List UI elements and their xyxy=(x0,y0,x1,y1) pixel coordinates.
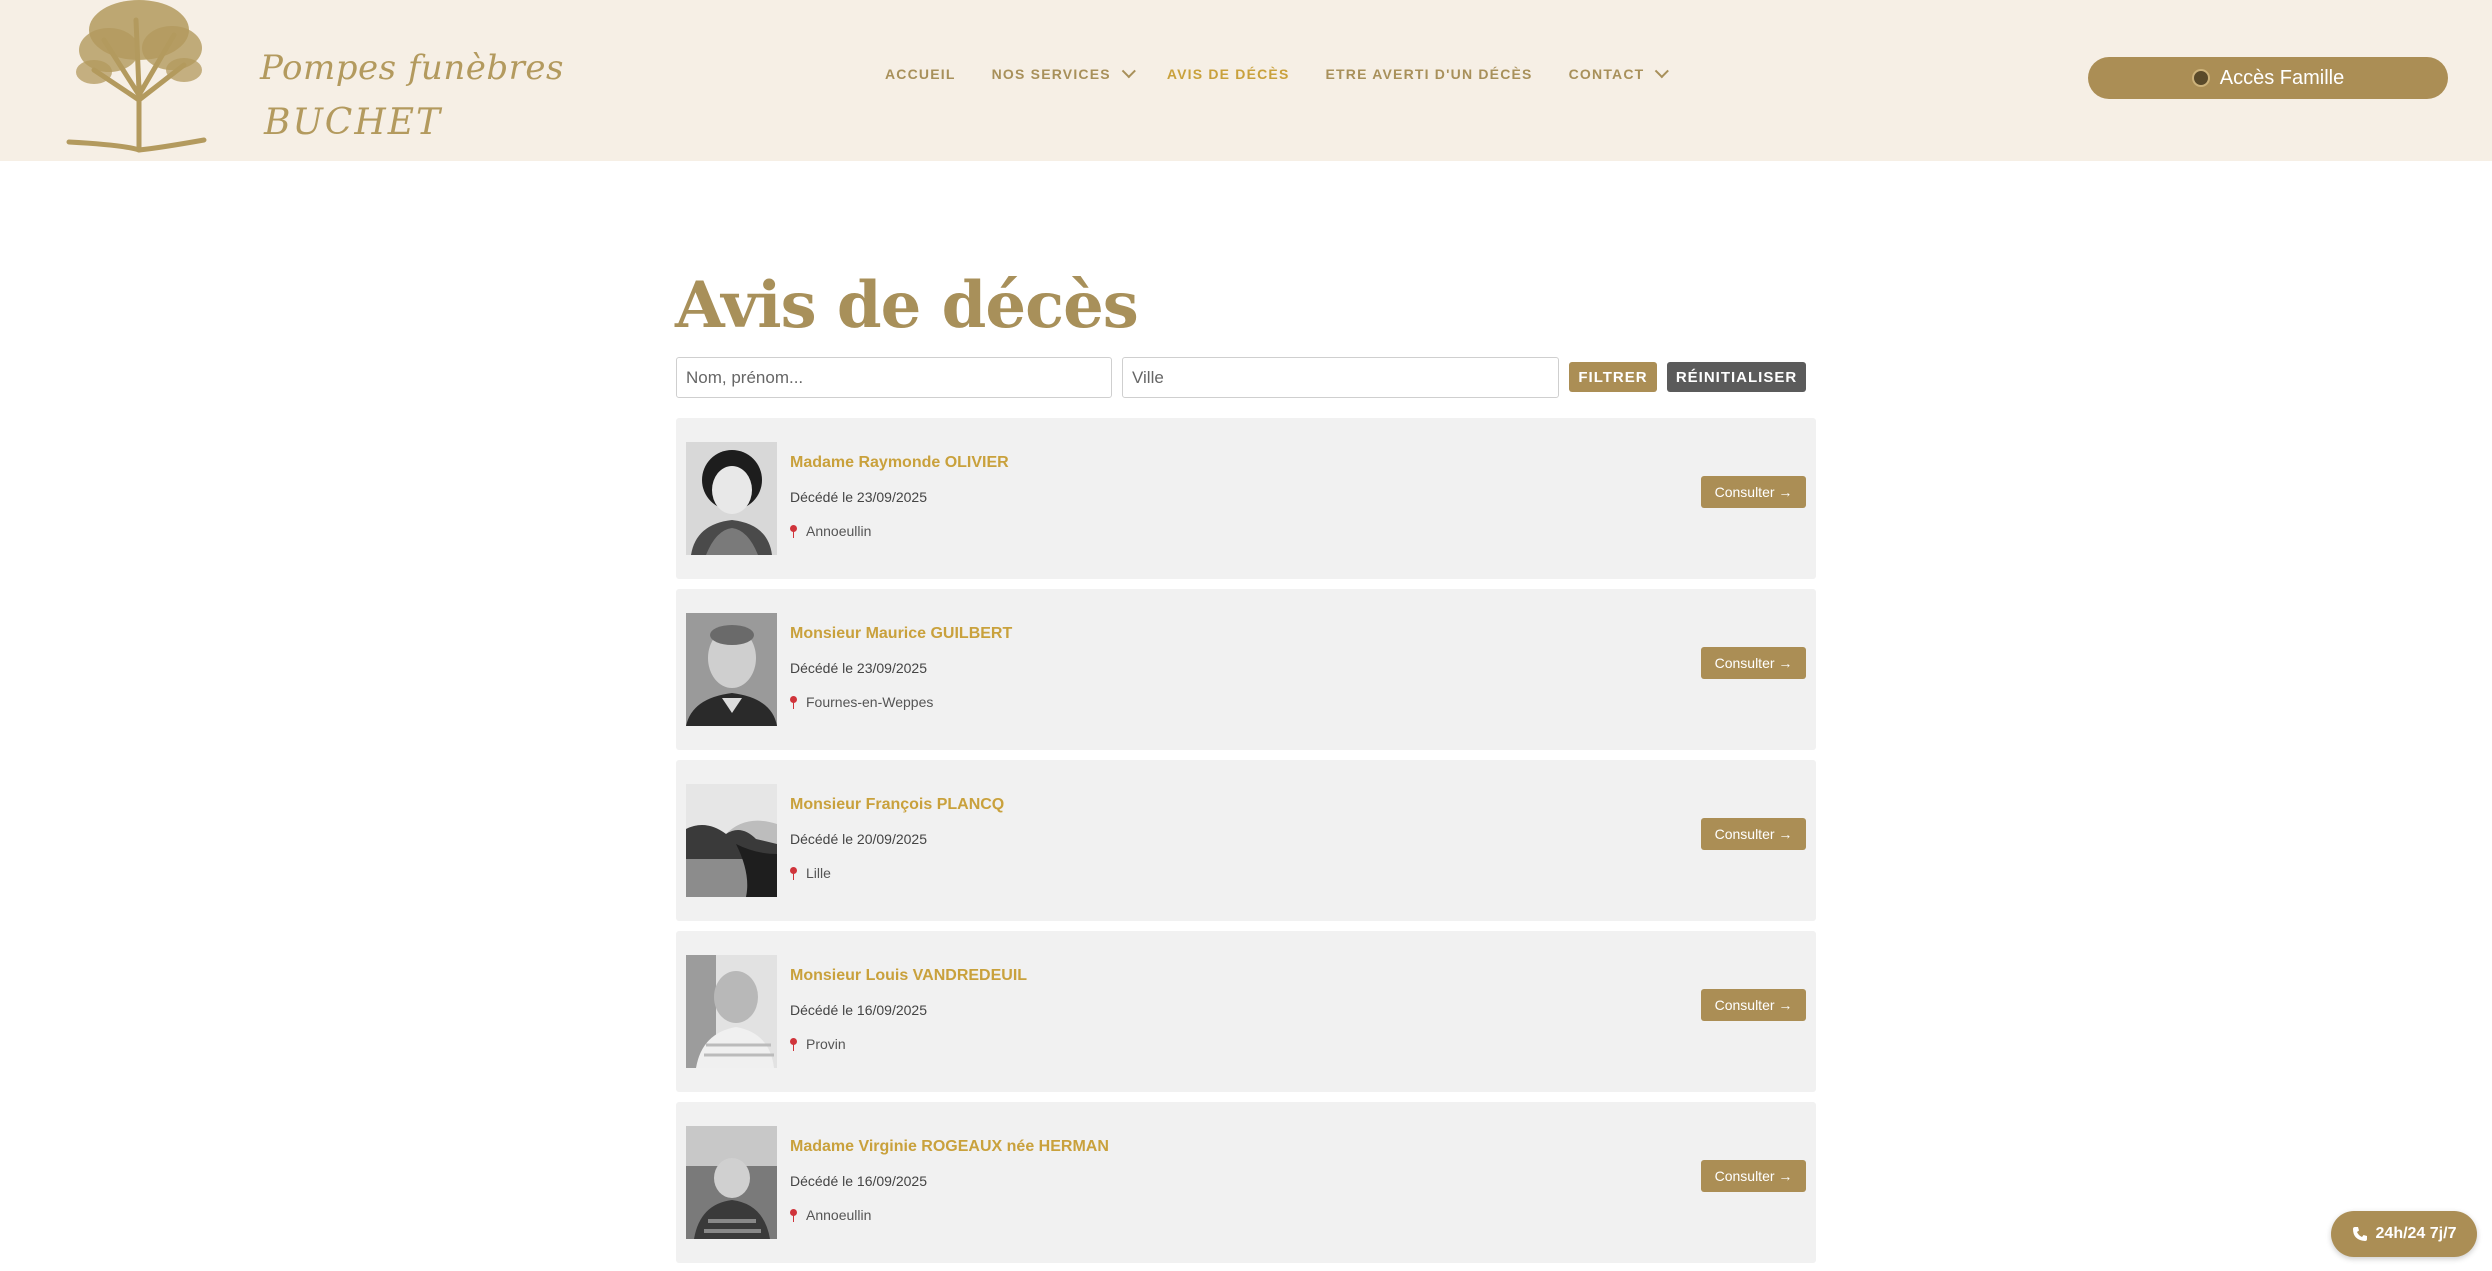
notice-card: Monsieur Maurice GUILBERT Décédé le 23/0… xyxy=(676,589,1816,750)
chevron-down-icon xyxy=(1655,64,1670,79)
location: Lille xyxy=(790,865,831,881)
map-pin-icon xyxy=(790,695,797,709)
notice-card: Monsieur Louis VANDREDEUIL Décédé le 16/… xyxy=(676,931,1816,1092)
site-header: Pompes funèbres BUCHET ACCUEIL NOS SERVI… xyxy=(0,0,2492,161)
logo-text-top: Pompes funèbres xyxy=(260,48,564,88)
notice-card: Madame Raymonde OLIVIER Décédé le 23/09/… xyxy=(676,418,1816,579)
portrait-photo[interactable] xyxy=(686,1126,777,1239)
nav-label: NOS SERVICES xyxy=(991,66,1111,82)
phone-icon xyxy=(2352,1227,2367,1241)
deceased-name[interactable]: Madame Raymonde OLIVIER xyxy=(790,454,1009,472)
map-pin-icon xyxy=(790,866,797,880)
deceased-name[interactable]: Monsieur François PLANCQ xyxy=(790,796,1004,814)
location: Fournes-en-Weppes xyxy=(790,694,933,710)
nav-label: ACCUEIL xyxy=(885,66,956,82)
death-date: Décédé le 16/09/2025 xyxy=(790,1002,927,1018)
consult-button[interactable]: Consulter → xyxy=(1701,476,1806,508)
nav-label: CONTACT xyxy=(1568,66,1645,82)
acces-famille-label: Accès Famille xyxy=(2219,66,2345,89)
nav-item-avis-de-deces[interactable]: AVIS DE DÉCÈS xyxy=(1167,66,1290,82)
map-pin-icon xyxy=(790,1037,797,1051)
deceased-name[interactable]: Monsieur Maurice GUILBERT xyxy=(790,625,1012,643)
notice-card: Madame Virginie ROGEAUX née HERMAN Décéd… xyxy=(676,1102,1816,1263)
portrait-photo[interactable] xyxy=(686,442,777,555)
nav-item-accueil[interactable]: ACCUEIL xyxy=(885,66,956,82)
map-pin-icon xyxy=(790,524,797,538)
chevron-down-icon xyxy=(1121,64,1136,79)
nav-item-etre-averti[interactable]: ETRE AVERTI D'UN DÉCÈS xyxy=(1326,66,1533,82)
city-label: Fournes-en-Weppes xyxy=(806,694,934,710)
consult-button[interactable]: Consulter → xyxy=(1701,989,1806,1021)
location: Annoeullin xyxy=(790,523,871,539)
death-date: Décédé le 20/09/2025 xyxy=(790,831,927,847)
portrait-photo[interactable] xyxy=(686,613,777,726)
death-date: Décédé le 23/09/2025 xyxy=(790,660,927,676)
landscape-photo[interactable] xyxy=(686,784,777,897)
acces-famille-button[interactable]: Accès Famille xyxy=(2088,57,2448,99)
city-label: Provin xyxy=(806,1036,846,1052)
name-search-input[interactable] xyxy=(676,357,1112,398)
notice-card: Monsieur François PLANCQ Décédé le 20/09… xyxy=(676,760,1816,921)
phone-24h-button[interactable]: 24h/24 7j/7 xyxy=(2331,1211,2477,1257)
filter-button[interactable]: FILTRER xyxy=(1569,362,1657,392)
consult-button[interactable]: Consulter → xyxy=(1701,647,1806,679)
location: Provin xyxy=(790,1036,846,1052)
logo[interactable]: Pompes funèbres BUCHET xyxy=(64,0,563,155)
map-pin-icon xyxy=(790,1208,797,1222)
deceased-name[interactable]: Madame Virginie ROGEAUX née HERMAN xyxy=(790,1138,1109,1156)
city-label: Annoeullin xyxy=(806,1207,872,1223)
consult-button[interactable]: Consulter → xyxy=(1701,818,1806,850)
portrait-photo[interactable] xyxy=(686,955,777,1068)
city-search-input[interactable] xyxy=(1122,357,1559,398)
logo-text-bottom: BUCHET xyxy=(264,102,443,143)
city-label: Annoeullin xyxy=(806,523,872,539)
nav-label: ETRE AVERTI D'UN DÉCÈS xyxy=(1325,66,1533,82)
nav-item-nos-services[interactable]: NOS SERVICES xyxy=(991,64,1136,82)
page-title: Avis de décès xyxy=(675,268,1139,343)
reset-button[interactable]: RÉINITIALISER xyxy=(1667,362,1806,392)
city-label: Lille xyxy=(806,865,831,881)
death-date: Décédé le 23/09/2025 xyxy=(790,489,927,505)
nav-label: AVIS DE DÉCÈS xyxy=(1166,66,1290,82)
main-nav: ACCUEIL NOS SERVICES AVIS DE DÉCÈS ETRE … xyxy=(885,64,1670,82)
death-date: Décédé le 16/09/2025 xyxy=(790,1173,927,1189)
consult-button[interactable]: Consulter → xyxy=(1701,1160,1806,1192)
tree-logo-icon xyxy=(66,0,207,153)
family-icon xyxy=(2191,69,2210,87)
location: Annoeullin xyxy=(790,1207,871,1223)
phone-label: 24h/24 7j/7 xyxy=(2375,1225,2457,1242)
deceased-name[interactable]: Monsieur Louis VANDREDEUIL xyxy=(790,967,1027,985)
nav-item-contact[interactable]: CONTACT xyxy=(1568,64,1670,82)
